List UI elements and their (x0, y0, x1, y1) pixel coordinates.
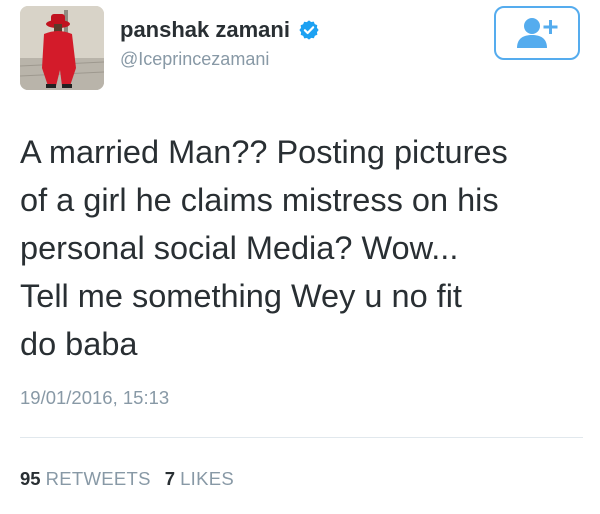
avatar[interactable] (20, 6, 104, 90)
retweets-label: RETWEETS (45, 468, 151, 489)
retweets-stat[interactable]: 95 RETWEETS (20, 468, 151, 490)
likes-count: 7 (164, 468, 176, 489)
user-plus-icon (517, 18, 558, 48)
tweet-text: A married Man?? Posting pictures of a gi… (20, 134, 508, 362)
tweet-timestamp[interactable]: 19/01/2016, 15:13 (20, 387, 169, 409)
likes-stat[interactable]: 7 LIKES (165, 468, 234, 490)
likes-label: LIKES (180, 468, 235, 489)
retweets-count: 95 (20, 468, 41, 489)
display-name-row[interactable]: panshak zamani (120, 17, 320, 43)
display-name[interactable]: panshak zamani (120, 17, 290, 43)
divider (20, 437, 583, 438)
user-handle[interactable]: @Iceprincezamani (120, 49, 269, 70)
avatar-image (20, 6, 104, 90)
follow-button[interactable] (494, 6, 580, 60)
verified-badge-icon (298, 19, 320, 41)
tweet-stats: 95 RETWEETS 7 LIKES (20, 468, 248, 490)
